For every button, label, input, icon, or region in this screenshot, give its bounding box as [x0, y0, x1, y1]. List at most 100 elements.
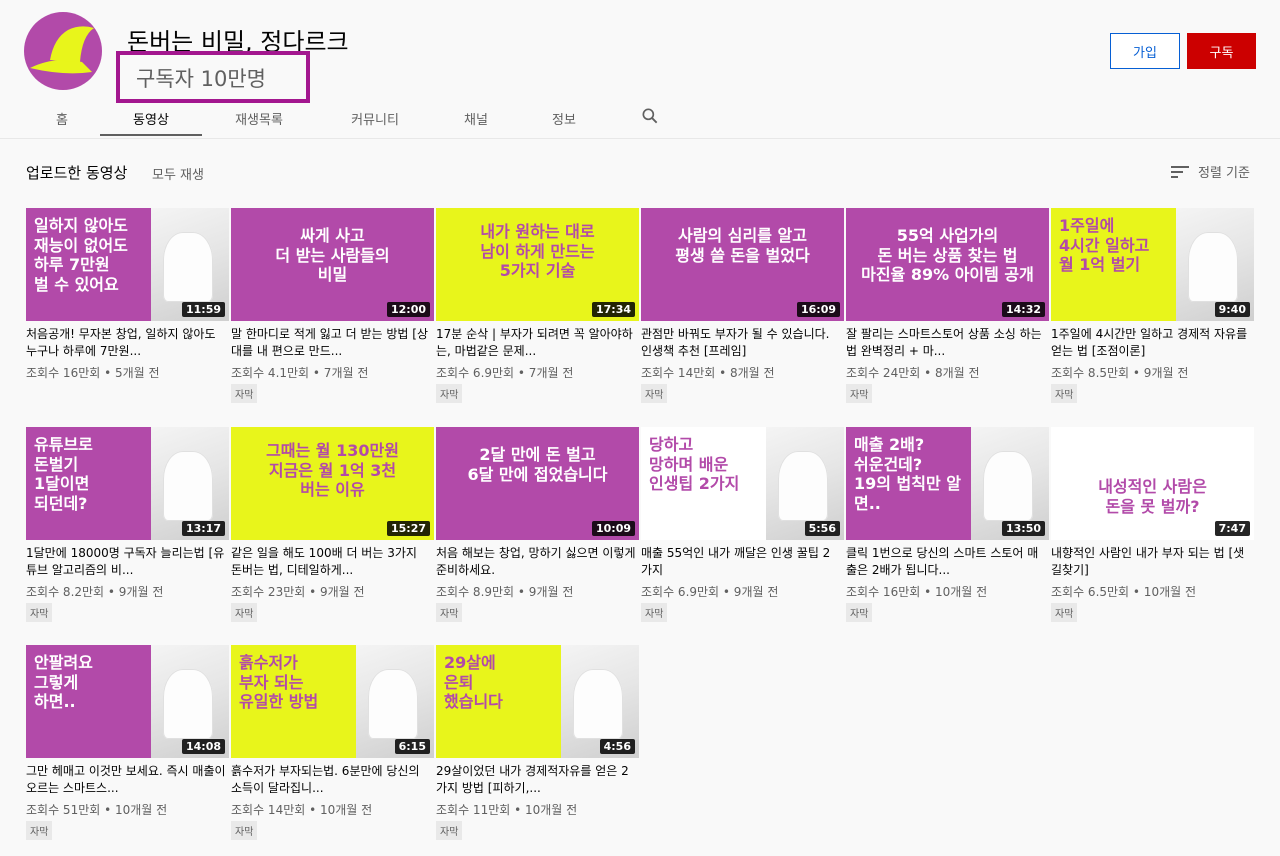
- video-meta: 조회수 6.9만회 • 9개월 전: [641, 585, 779, 599]
- video-title[interactable]: 1주일에 4시간만 일하고 경제적 자유를 얻는 법 [조점이론]: [1051, 326, 1251, 360]
- video-title[interactable]: 1달만에 18000명 구독자 늘리는법 [유튜브 알고리즘의 비...: [26, 545, 226, 579]
- video-duration: 11:59: [181, 302, 225, 317]
- video-meta: 조회수 6.9만회 • 7개월 전: [436, 366, 574, 380]
- video-card[interactable]: 흙수저가 부자 되는 유일한 방법 6:15 흙수저가 부자되는법. 6분만에 당신…: [231, 645, 434, 845]
- video-card[interactable]: 1주일에 4시간 일하고 월 1억 벌기 9:40 1주일에 4시간만 일하고 경제…: [1051, 208, 1254, 408]
- video-meta: 조회수 4.1만회 • 7개월 전: [231, 366, 369, 380]
- video-card[interactable]: 유튜브로 돈벌기 1달이면 되던데? 13:17 1달만에 18000명 구독자 늘…: [26, 427, 229, 627]
- video-title[interactable]: 흙수저가 부자되는법. 6분만에 당신의 소득이 달라집니...: [231, 763, 431, 797]
- video-thumbnail[interactable]: 유튜브로 돈벌기 1달이면 되던데? 13:17: [26, 427, 229, 540]
- video-thumbnail[interactable]: 29살에 은퇴 했습니다 4:56: [436, 645, 639, 758]
- caption-badge: 자막: [26, 821, 53, 840]
- subscribe-button[interactable]: 구독: [1187, 33, 1256, 69]
- caption-badge: 자막: [641, 603, 668, 622]
- video-thumbnail[interactable]: 그때는 월 130만원 지금은 월 1억 3천 버는 이유 15:27: [231, 427, 434, 540]
- sort-menu[interactable]: 정렬 기준: [1170, 162, 1250, 181]
- video-duration: 13:17: [181, 521, 225, 536]
- video-title[interactable]: 처음공개! 무자본 창업, 일하지 않아도 누구나 하루에 7만원...: [26, 326, 226, 360]
- video-thumbnail[interactable]: 흙수저가 부자 되는 유일한 방법 6:15: [231, 645, 434, 758]
- thumbnail-text: 일하지 않아도 재능이 없어도 하루 7만원 벌 수 있어요: [34, 216, 128, 294]
- video-card[interactable]: 내성적인 사람은 돈을 못 벌까? 7:47 내향적인 사람인 내가 부자 되는 법…: [1051, 427, 1254, 627]
- sort-icon: [1171, 165, 1189, 178]
- video-thumbnail[interactable]: 당하고 망하며 배운 인생팁 2가지 5:56: [641, 427, 844, 540]
- video-meta: 조회수 14만회 • 10개월 전: [231, 803, 373, 817]
- video-meta: 조회수 24만회 • 8개월 전: [846, 366, 980, 380]
- tab-home[interactable]: 홈: [30, 100, 94, 136]
- caption-badge: 자막: [436, 384, 463, 403]
- video-meta: 조회수 8.2만회 • 9개월 전: [26, 585, 164, 599]
- video-duration: 9:40: [1214, 302, 1250, 317]
- video-meta: 조회수 23만회 • 9개월 전: [231, 585, 365, 599]
- caption-badge: 자막: [436, 603, 463, 622]
- thumbnail-text: 내성적인 사람은 돈을 못 벌까?: [1098, 477, 1207, 516]
- video-duration: 10:09: [591, 521, 635, 536]
- play-all-link[interactable]: 모두 재생: [152, 164, 204, 183]
- video-card[interactable]: 매출 2배? 쉬운건데? 19의 법칙만 알면.. 13:50 클릭 1번으로 당신…: [846, 427, 1049, 627]
- video-title[interactable]: 처음 해보는 창업, 망하기 싫으면 이렇게 준비하세요.: [436, 545, 636, 579]
- video-title[interactable]: 말 한마디로 적게 잃고 더 받는 방법 [상대를 내 편으로 만드...: [231, 326, 431, 360]
- thumbnail-text: 1주일에 4시간 일하고 월 1억 벌기: [1059, 216, 1150, 275]
- thumbnail-text: 안팔려요 그렇게 하면..: [34, 653, 93, 712]
- video-thumbnail[interactable]: 사람의 심리를 알고 평생 쓸 돈을 벌었다 16:09: [641, 208, 844, 321]
- video-title[interactable]: 29살이었던 내가 경제적자유를 얻은 2가지 방법 [피하기,...: [436, 763, 636, 797]
- video-thumbnail[interactable]: 55억 사업가의 돈 버는 상품 찾는 법 마진율 89% 아이템 공개 14:3…: [846, 208, 1049, 321]
- video-duration: 6:15: [394, 739, 430, 754]
- video-card[interactable]: 그때는 월 130만원 지금은 월 1억 3천 버는 이유 15:27 같은 일을 …: [231, 427, 434, 627]
- channel-avatar[interactable]: [24, 12, 102, 90]
- thumbnail-text: 흙수저가 부자 되는 유일한 방법: [239, 653, 319, 712]
- video-thumbnail[interactable]: 2달 만에 돈 벌고 6달 만에 접었습니다 10:09: [436, 427, 639, 540]
- video-card[interactable]: 일하지 않아도 재능이 없어도 하루 7만원 벌 수 있어요 11:59 처음공개!…: [26, 208, 229, 408]
- video-thumbnail[interactable]: 싸게 사고 더 받는 사람들의 비밀 12:00: [231, 208, 434, 321]
- caption-badge: 자막: [641, 384, 668, 403]
- video-title[interactable]: 관점만 바꿔도 부자가 될 수 있습니다. 인생책 추천 [프레임]: [641, 326, 841, 360]
- tab-community[interactable]: 커뮤니티: [330, 100, 420, 136]
- thumbnail-text: 유튜브로 돈벌기 1달이면 되던데?: [34, 435, 93, 513]
- search-icon[interactable]: [640, 106, 660, 126]
- video-title[interactable]: 같은 일을 해도 100배 더 버는 3가지 돈버는 법, 디테일하게...: [231, 545, 431, 579]
- thumbnail-text: 내가 원하는 대로 남이 하게 만드는 5가지 기술: [480, 222, 595, 281]
- video-title[interactable]: 매출 55억인 내가 깨달은 인생 꿀팁 2가지: [641, 545, 841, 579]
- tab-playlists[interactable]: 재생목록: [214, 100, 304, 136]
- video-card[interactable]: 55억 사업가의 돈 버는 상품 찾는 법 마진율 89% 아이템 공개 14:3…: [846, 208, 1049, 408]
- video-card[interactable]: 2달 만에 돈 벌고 6달 만에 접었습니다 10:09 처음 해보는 창업, 망하…: [436, 427, 639, 627]
- video-title[interactable]: 클릭 1번으로 당신의 스마트 스토어 매출은 2배가 됩니다...: [846, 545, 1046, 579]
- tab-channels[interactable]: 채널: [446, 100, 506, 136]
- video-card[interactable]: 29살에 은퇴 했습니다 4:56 29살이었던 내가 경제적자유를 얻은 2가지 …: [436, 645, 639, 845]
- video-thumbnail[interactable]: 1주일에 4시간 일하고 월 1억 벌기 9:40: [1051, 208, 1254, 321]
- video-title[interactable]: 내향적인 사람인 내가 부자 되는 법 [샛길찾기]: [1051, 545, 1251, 579]
- caption-badge: 자막: [231, 603, 258, 622]
- video-thumbnail[interactable]: 내가 원하는 대로 남이 하게 만드는 5가지 기술 17:34: [436, 208, 639, 321]
- video-card[interactable]: 사람의 심리를 알고 평생 쓸 돈을 벌었다 16:09 관점만 바꿔도 부자가 될…: [641, 208, 844, 408]
- video-duration: 17:34: [591, 302, 635, 317]
- join-button[interactable]: 가입: [1110, 33, 1180, 69]
- video-duration: 14:08: [181, 739, 225, 754]
- video-duration: 15:27: [386, 521, 430, 536]
- video-meta: 조회수 8.5만회 • 9개월 전: [1051, 366, 1189, 380]
- tab-videos[interactable]: 동영상: [100, 100, 202, 136]
- video-title[interactable]: 잘 팔리는 스마트스토어 상품 소싱 하는 법 완벽정리 + 마...: [846, 326, 1046, 360]
- caption-badge: 자막: [846, 603, 873, 622]
- video-thumbnail[interactable]: 일하지 않아도 재능이 없어도 하루 7만원 벌 수 있어요 11:59: [26, 208, 229, 321]
- video-card[interactable]: 내가 원하는 대로 남이 하게 만드는 5가지 기술 17:34 17분 순삭 | …: [436, 208, 639, 408]
- video-duration: 5:56: [804, 521, 840, 536]
- channel-header: 돈버는 비밀, 정다르크 구독자 10만명 가입 구독 홈 동영상 재생목록 커…: [0, 0, 1280, 138]
- active-tab-indicator: [100, 134, 202, 136]
- video-duration: 14:32: [1001, 302, 1045, 317]
- sort-label: 정렬 기준: [1198, 166, 1250, 181]
- video-thumbnail[interactable]: 매출 2배? 쉬운건데? 19의 법칙만 알면.. 13:50: [846, 427, 1049, 540]
- video-card[interactable]: 싸게 사고 더 받는 사람들의 비밀 12:00 말 한마디로 적게 잃고 더 받는…: [231, 208, 434, 408]
- video-thumbnail[interactable]: 내성적인 사람은 돈을 못 벌까? 7:47: [1051, 427, 1254, 540]
- video-card[interactable]: 당하고 망하며 배운 인생팁 2가지 5:56 매출 55억인 내가 깨달은 인생 …: [641, 427, 844, 627]
- video-card[interactable]: 안팔려요 그렇게 하면.. 14:08 그만 헤매고 이것만 보세요. 즉시 매출이…: [26, 645, 229, 845]
- caption-badge: 자막: [1051, 603, 1078, 622]
- video-title[interactable]: 그만 헤매고 이것만 보세요. 즉시 매출이 오르는 스마트스...: [26, 763, 226, 797]
- subscriber-highlight-box: 구독자 10만명: [116, 51, 310, 103]
- video-thumbnail[interactable]: 안팔려요 그렇게 하면.. 14:08: [26, 645, 229, 758]
- caption-badge: 자막: [231, 384, 258, 403]
- video-title[interactable]: 17분 순삭 | 부자가 되려면 꼭 알아야하는, 마법같은 문제...: [436, 326, 636, 360]
- tab-about[interactable]: 정보: [536, 100, 592, 136]
- caption-badge: 자막: [231, 821, 258, 840]
- video-meta: 조회수 51만회 • 10개월 전: [26, 803, 168, 817]
- thumbnail-text: 사람의 심리를 알고 평생 쓸 돈을 벌었다: [675, 226, 810, 265]
- caption-badge: 자막: [846, 384, 873, 403]
